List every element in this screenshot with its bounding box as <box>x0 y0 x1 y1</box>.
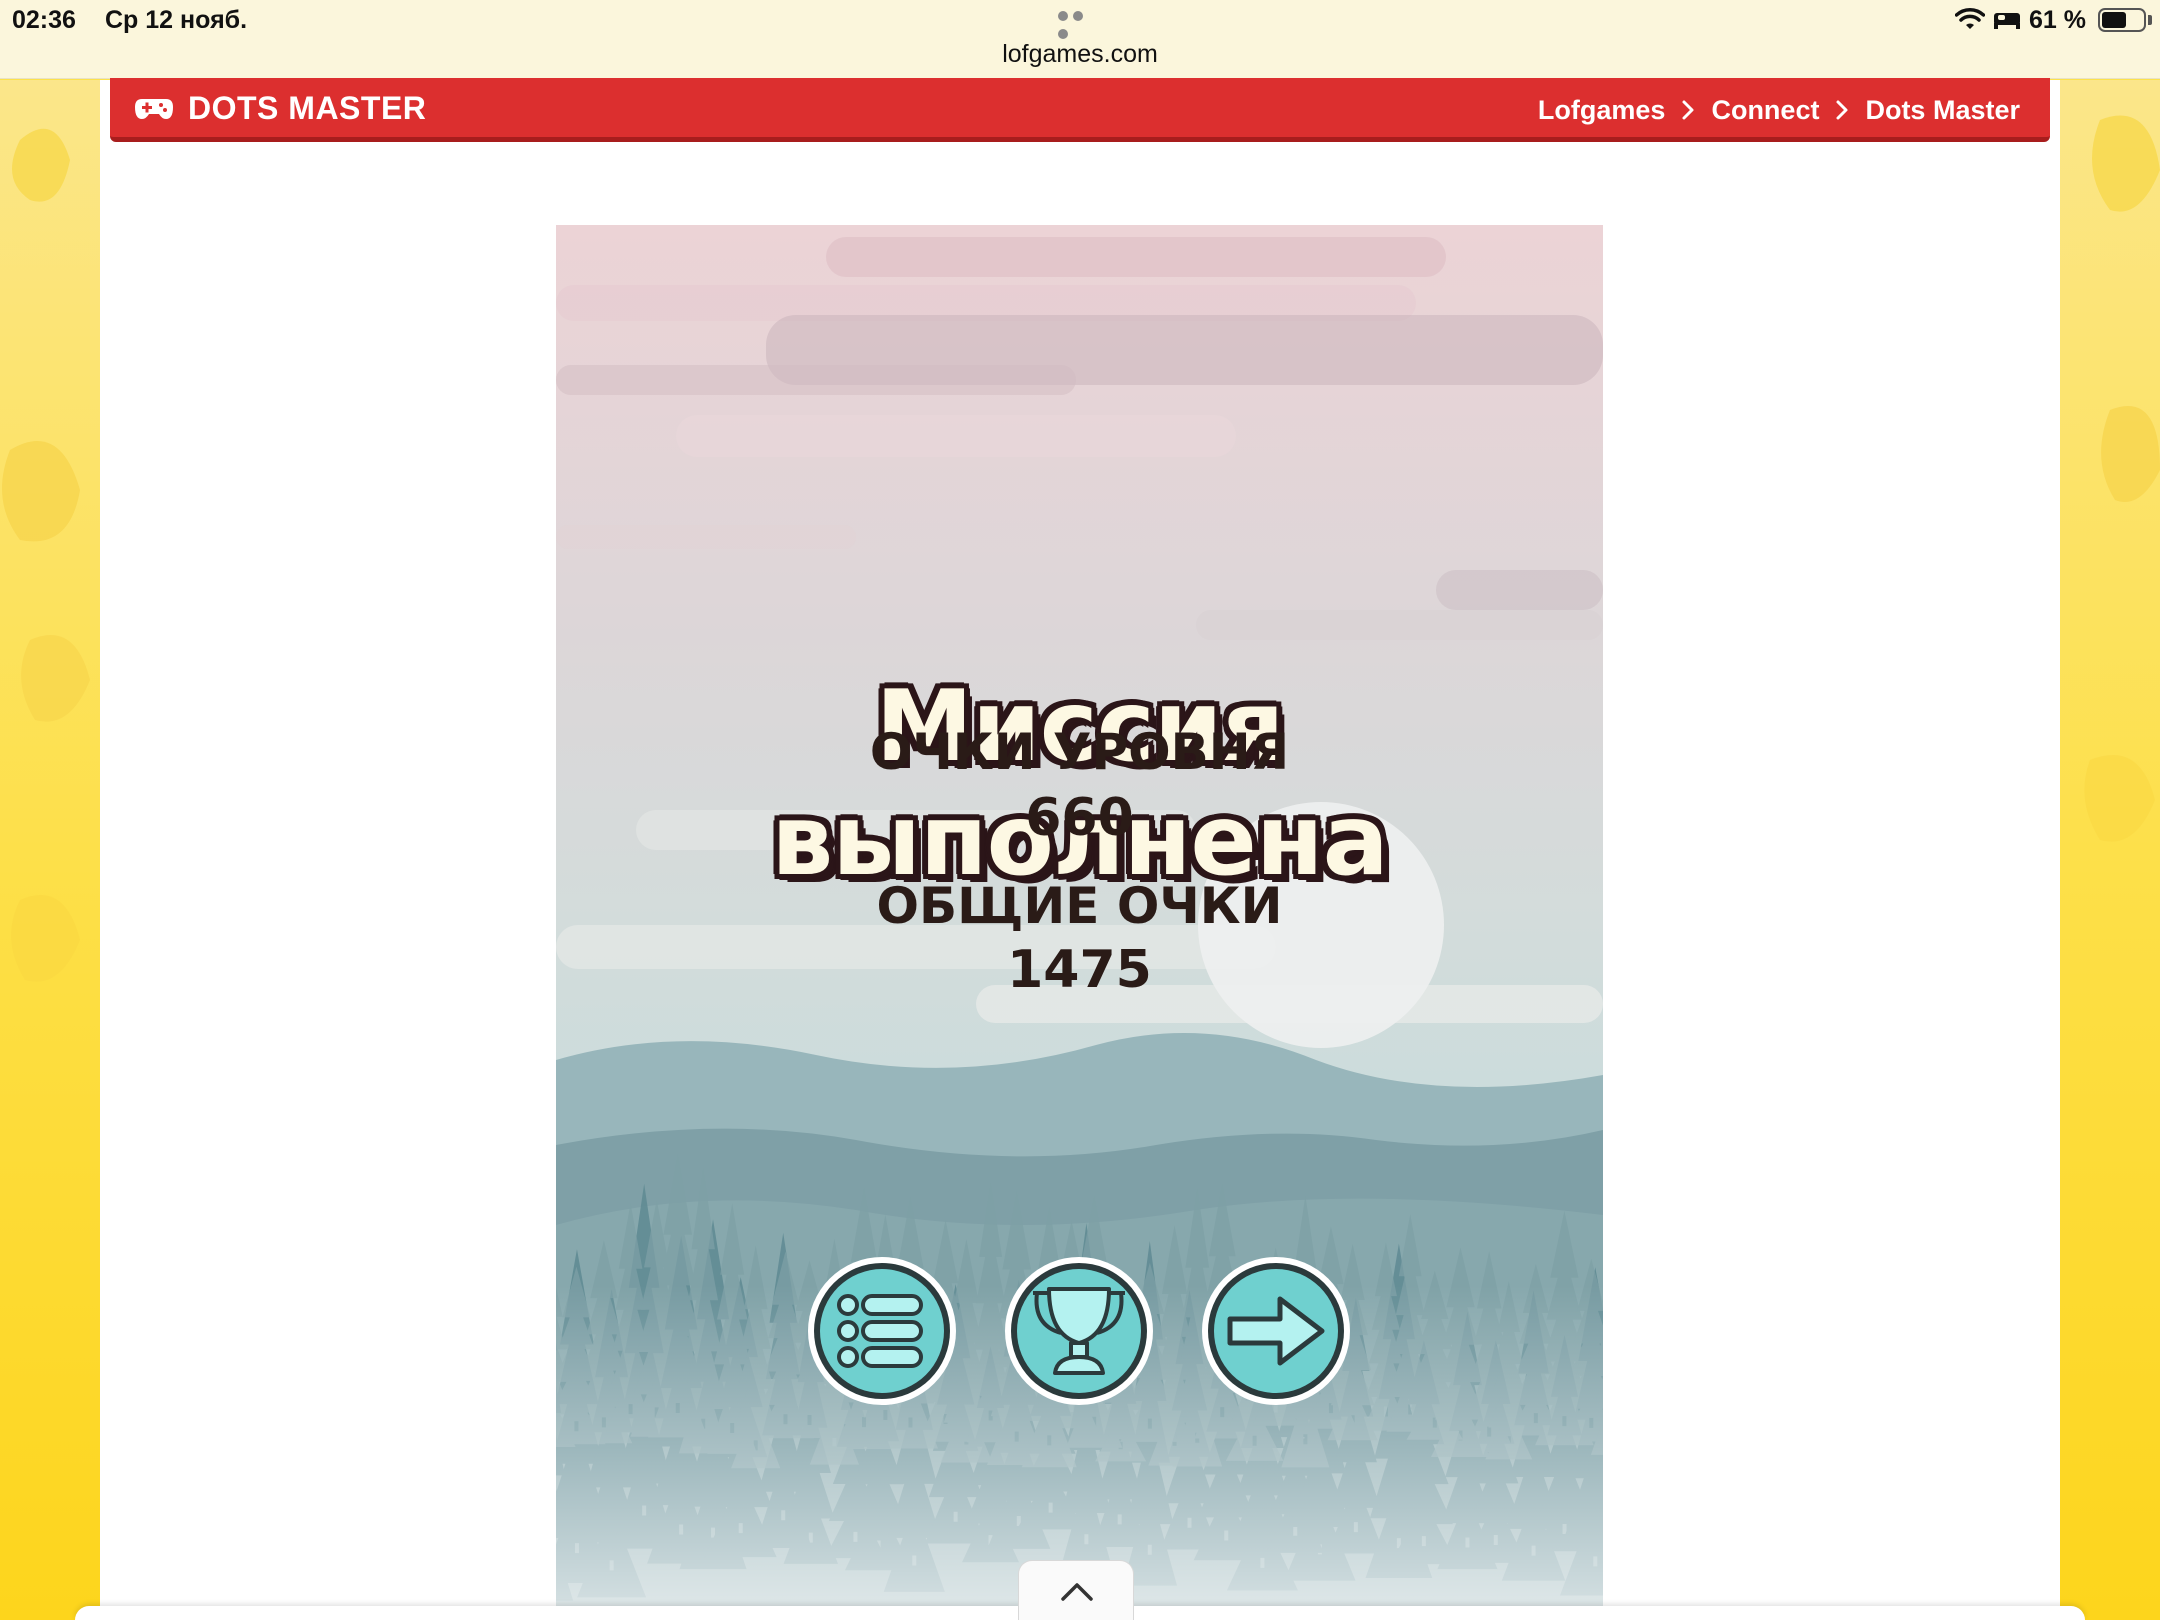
multitasking-dots-icon[interactable] <box>1058 8 1102 39</box>
menu-icon <box>808 1257 956 1405</box>
trophy-icon <box>1005 1257 1153 1405</box>
scroll-up-button[interactable] <box>1018 1560 1134 1620</box>
gamepad-icon <box>135 99 173 119</box>
next-level-button[interactable] <box>1200 1255 1352 1407</box>
status-bar: 02:36 Ср 12 нояб. lofgames.com 61 % <box>0 0 2160 79</box>
level-score-label: ОЧКИ УРОВНЯ <box>869 723 1290 781</box>
leaderboard-button[interactable] <box>1003 1255 1155 1407</box>
battery-tip <box>2148 15 2152 25</box>
breadcrumb-dots-master[interactable]: Dots Master <box>1865 95 2020 126</box>
battery-percent: 61 % <box>2029 6 2086 34</box>
game-canvas[interactable]: Миссия выполнена ОЧКИ УРОВНЯ 660 ОБЩИЕ О… <box>556 225 1603 1620</box>
chevron-right-icon <box>1836 100 1848 120</box>
site-header: DOTS MASTER Lofgames Connect Dots Master <box>110 78 2050 142</box>
level-score-value: 660 <box>1025 788 1134 848</box>
address-url[interactable]: lofgames.com <box>0 40 2160 69</box>
breadcrumb-connect[interactable]: Connect <box>1711 95 1819 126</box>
breadcrumb-lofgames[interactable]: Lofgames <box>1538 95 1666 126</box>
decorative-background-right <box>2060 80 2160 1620</box>
decorative-background-left <box>0 80 100 1620</box>
total-score-label: ОБЩИЕ ОЧКИ <box>876 877 1283 935</box>
status-time: 02:36 <box>12 6 76 34</box>
total-score-value: 1475 <box>1007 940 1152 1000</box>
chevron-up-icon <box>1061 1583 1093 1601</box>
chevron-right-icon <box>1682 100 1694 120</box>
arrow-right-icon <box>1202 1257 1350 1405</box>
breadcrumb: Lofgames Connect Dots Master <box>1538 92 2020 128</box>
wifi-icon <box>1955 8 1985 29</box>
level-menu-button[interactable] <box>806 1255 958 1407</box>
status-date: Ср 12 нояб. <box>105 6 248 34</box>
mission-complete-title: Миссия выполнена <box>771 670 1388 898</box>
battery-icon <box>2098 8 2146 32</box>
sleep-focus-bed-icon <box>1994 13 2020 29</box>
site-title[interactable]: DOTS MASTER <box>188 90 426 127</box>
